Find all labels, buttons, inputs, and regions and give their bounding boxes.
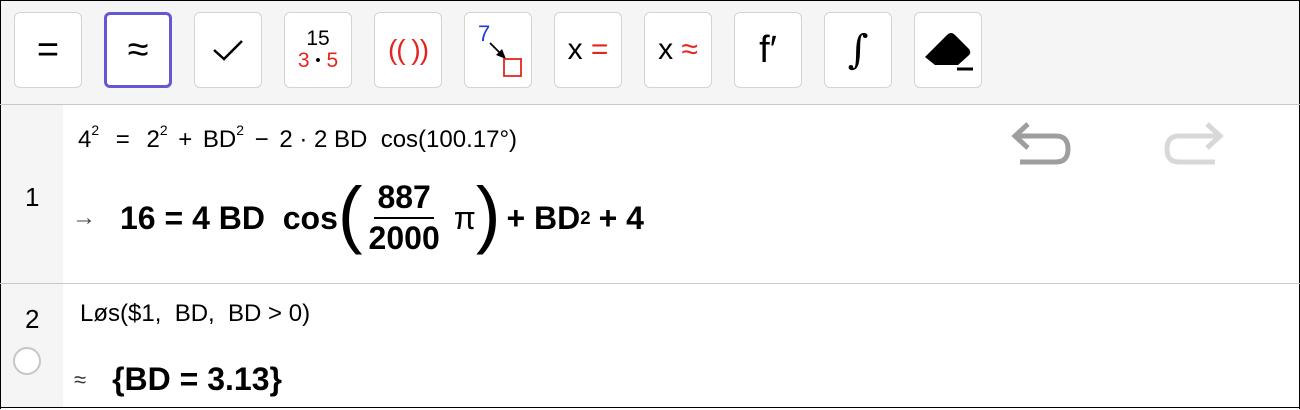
approx-icon: ≈ — [127, 29, 149, 71]
row-separator — [0, 283, 1300, 284]
nsolve-icon: x ≈ — [658, 33, 698, 66]
substitute-button[interactable]: 7 — [464, 12, 532, 88]
row-1-input[interactable]: 42 = 22 + BD2 − 2 · 2 BD cos(100.17°) — [78, 123, 517, 154]
row-number: 2 — [25, 304, 40, 334]
solve-numerically-button[interactable]: x ≈ — [644, 12, 712, 88]
derivative-button[interactable]: f′ — [734, 12, 802, 88]
integral-button[interactable]: ∫ — [824, 12, 892, 88]
solve-button[interactable]: x = — [554, 12, 622, 88]
eraser-icon — [925, 33, 973, 71]
visibility-toggle[interactable] — [13, 347, 41, 375]
checkmark-icon — [213, 40, 243, 61]
keep-input-button[interactable] — [194, 12, 262, 88]
approx-marker-icon: ≈ — [74, 366, 87, 392]
output-arrow-icon: → — [72, 204, 96, 232]
bottom-border — [0, 407, 1300, 408]
evaluate-button[interactable]: = — [14, 12, 82, 88]
factor-icon: 15 3 • 5 — [297, 26, 339, 72]
integral-icon: ∫ — [847, 27, 869, 73]
fraction: 887 2000 — [368, 179, 440, 257]
solve-icon: x = — [567, 33, 609, 66]
equals-icon: = — [36, 29, 60, 71]
expand-button[interactable]: (( )) — [374, 12, 442, 88]
row-2-gutter[interactable] — [1, 284, 63, 407]
substitute-icon: 7 — [470, 19, 526, 81]
toolbar-separator — [0, 104, 1300, 105]
factor-button[interactable]: 15 3 • 5 — [284, 12, 352, 88]
row-number: 1 — [25, 182, 40, 212]
derivative-icon: f′ — [759, 28, 777, 71]
row-2-input[interactable]: Løs($1, BD, BD > 0) — [80, 300, 310, 328]
row-2-output: ≈ {BD = 3.13} — [74, 361, 282, 397]
undo-icon[interactable] — [1010, 120, 1072, 170]
expand-icon: (( )) — [387, 34, 429, 65]
numeric-button[interactable]: ≈ — [104, 12, 172, 88]
redo-icon[interactable] — [1163, 120, 1225, 170]
row-1-output: → 16 = 4 BD cos ( 887 2000 π ) + BD 2 + 4 — [72, 172, 644, 257]
delete-button[interactable] — [914, 12, 982, 88]
